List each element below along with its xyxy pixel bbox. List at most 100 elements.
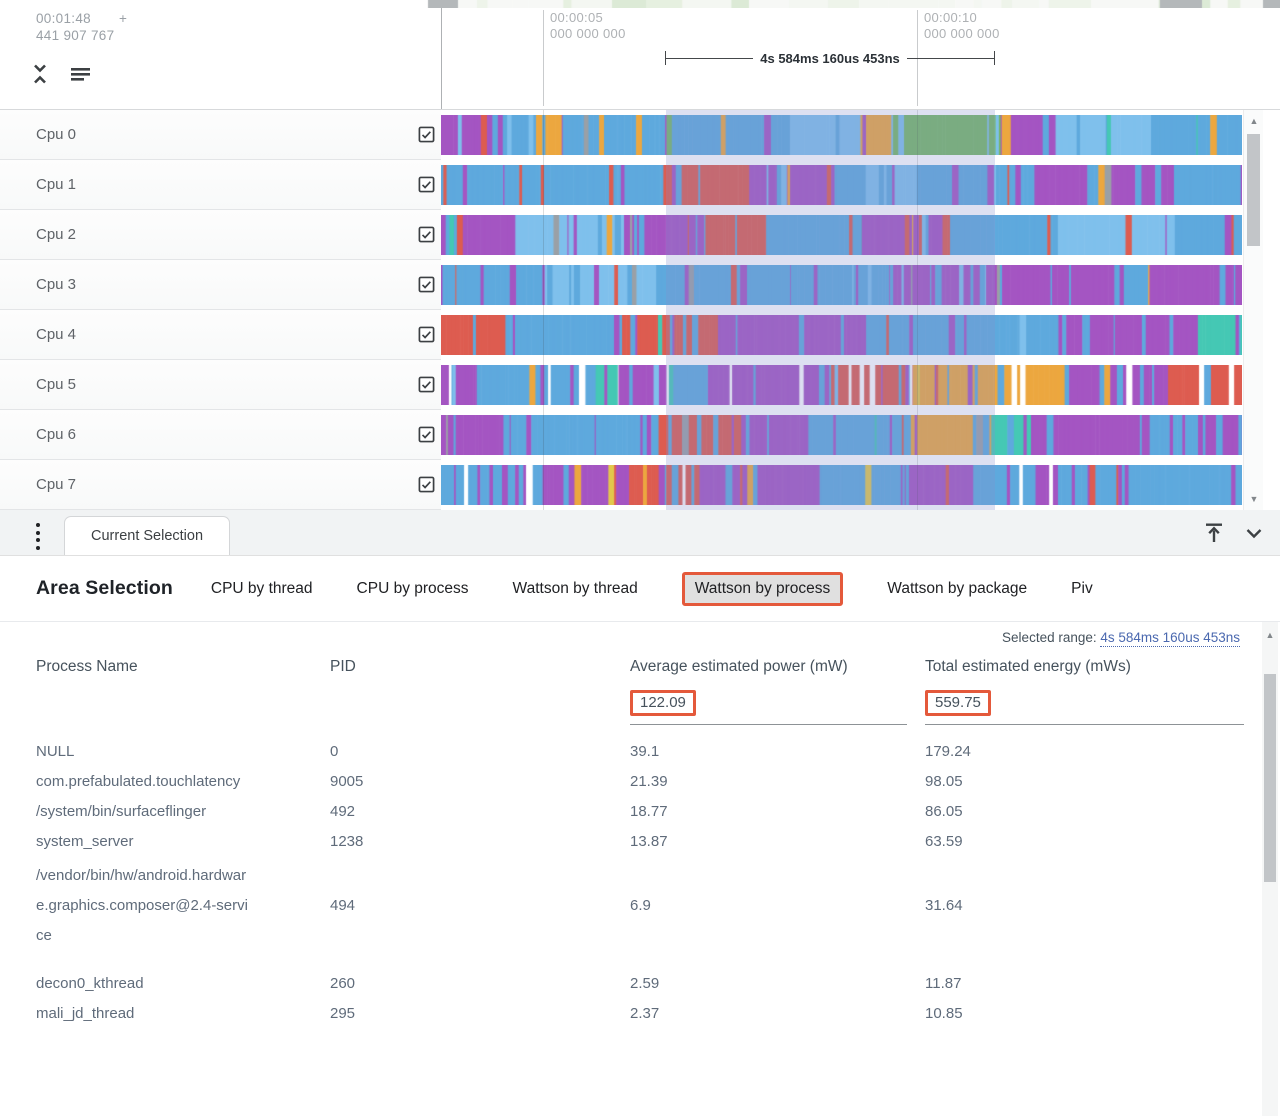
table-scrollbar[interactable]: ▲ (1262, 622, 1278, 1116)
cpu-track-label: Cpu 3 (36, 276, 418, 293)
selected-range-value-link[interactable]: 4s 584ms 160us 453ns (1100, 630, 1240, 647)
cpu-track-row: Cpu 3 (0, 260, 1280, 310)
col-total-energy: Total estimated energy (mWs) (925, 656, 1244, 678)
process-name-cell: /vendor/bin/hw/android.hardware.graphics… (36, 857, 248, 955)
pid-cell: 260 (330, 969, 630, 999)
total-energy-cell: 11.87 (925, 969, 1244, 999)
cpu-track-timeline[interactable] (441, 160, 1242, 210)
total-energy-cell: 31.64 (925, 891, 1244, 921)
table-scroll-up-icon[interactable]: ▲ (1262, 630, 1278, 640)
cpu-track-checkbox[interactable] (418, 176, 435, 193)
cpu-track-label-cell[interactable]: Cpu 0 (0, 110, 441, 160)
summary-total-energy-annotated: 559.75 (925, 690, 991, 716)
cpu-track-label-cell[interactable]: Cpu 2 (0, 210, 441, 260)
cpu-track-label-cell[interactable]: Cpu 5 (0, 360, 441, 410)
avg-power-cell: 18.77 (630, 797, 925, 827)
avg-power-cell: 6.9 (630, 891, 925, 921)
cpu-track-timeline[interactable] (441, 460, 1242, 510)
time-offset-plus: + (119, 10, 127, 27)
viewport-time-label: 00:01:48 + 441 907 767 (36, 10, 127, 44)
cpu-track-label: Cpu 1 (36, 176, 418, 193)
wattson-table-panel: Selected range: 4s 584ms 160us 453ns Pro… (0, 622, 1280, 1116)
scroll-down-icon[interactable]: ▼ (1244, 494, 1264, 504)
cpu-track-row: Cpu 5 (0, 360, 1280, 410)
tab-cpu-by-process[interactable]: CPU by process (357, 574, 469, 604)
summary-avg-power-annotated: 122.09 (630, 690, 696, 716)
table-header-row: Process Name PID Average estimated power… (36, 656, 1244, 678)
tracks-scrollbar[interactable]: ▲ ▼ (1243, 110, 1263, 510)
avg-power-cell: 2.37 (630, 999, 925, 1029)
cpu-track-checkbox[interactable] (418, 476, 435, 493)
timeline-header: 00:01:48 + 441 907 767 00:00:05 000 000 0… (0, 0, 1280, 110)
process-table-row[interactable]: mali_jd_thread 295 2.37 10.85 (36, 999, 1244, 1029)
cpu-track-label-cell[interactable]: Cpu 4 (0, 310, 441, 360)
process-name-cell: mali_jd_thread (36, 999, 248, 1029)
pid-cell: 494 (330, 891, 630, 921)
cpu-track-row: Cpu 6 (0, 410, 1280, 460)
cpu-track-label-cell[interactable]: Cpu 6 (0, 410, 441, 460)
tab-piv[interactable]: Piv (1071, 574, 1093, 604)
cpu-track-checkbox[interactable] (418, 126, 435, 143)
total-energy-cell: 63.59 (925, 827, 1244, 857)
tab-cpu-by-thread[interactable]: CPU by thread (211, 574, 313, 604)
cpu-track-label-cell[interactable]: Cpu 7 (0, 460, 441, 510)
collapse-tracks-icon[interactable] (28, 62, 52, 86)
cpu-track-label: Cpu 7 (36, 476, 418, 493)
trace-overview-minimap[interactable] (0, 0, 1280, 8)
total-energy-cell: 86.05 (925, 797, 1244, 827)
process-table-row[interactable]: system_server 1238 13.87 63.59 (36, 827, 1244, 857)
cpu-tracks-area: Cpu 0 Cpu 1 Cpu 2 (0, 110, 1280, 510)
total-energy-cell: 10.85 (925, 999, 1244, 1029)
viewport-time: 00:01:48 (36, 11, 91, 26)
ruler-mark-5s: 00:00:05 000 000 000 (543, 10, 626, 106)
viewport-time-sub: 441 907 767 (36, 27, 127, 44)
table-scrollbar-thumb[interactable] (1264, 674, 1276, 882)
avg-power-cell: 2.59 (630, 969, 925, 999)
area-selection-title: Area Selection (36, 577, 173, 600)
selection-duration-label: 4s 584ms 160us 453ns (753, 51, 907, 66)
tab-wattson-by-process[interactable]: Wattson by process (682, 572, 844, 606)
process-table-row[interactable]: com.prefabulated.touchlatency 9005 21.39… (36, 767, 1244, 797)
sort-tracks-icon[interactable] (68, 62, 92, 86)
process-name-cell: com.prefabulated.touchlatency (36, 767, 248, 797)
panel-menu-icon[interactable] (34, 521, 42, 552)
avg-power-cell: 21.39 (630, 767, 925, 797)
cpu-track-row: Cpu 0 (0, 110, 1280, 160)
cpu-track-checkbox[interactable] (418, 426, 435, 443)
process-table-row[interactable]: NULL 0 39.1 179.24 (36, 737, 1244, 767)
tab-current-selection[interactable]: Current Selection (64, 516, 230, 555)
col-avg-power: Average estimated power (mW) (630, 656, 848, 678)
cpu-track-checkbox[interactable] (418, 376, 435, 393)
tab-wattson-by-package[interactable]: Wattson by package (887, 574, 1027, 604)
cpu-track-timeline[interactable] (441, 210, 1242, 260)
cpu-track-timeline[interactable] (441, 410, 1242, 460)
cpu-track-timeline[interactable] (441, 110, 1242, 160)
tab-wattson-by-thread[interactable]: Wattson by thread (513, 574, 638, 604)
area-selection-tabstrip: Area Selection CPU by thread CPU by proce… (0, 556, 1280, 622)
pid-cell: 1238 (330, 827, 630, 857)
tab-current-selection-label: Current Selection (91, 528, 203, 544)
cpu-track-timeline[interactable] (441, 310, 1242, 360)
cpu-track-timeline[interactable] (441, 360, 1242, 410)
expand-panel-to-top-icon[interactable] (1202, 521, 1226, 545)
collapse-panel-icon[interactable] (1242, 521, 1266, 545)
track-panel-divider (441, 8, 442, 109)
scroll-up-icon[interactable]: ▲ (1244, 116, 1264, 126)
cpu-track-label-cell[interactable]: Cpu 3 (0, 260, 441, 310)
tracks-scrollbar-thumb[interactable] (1247, 134, 1260, 246)
cpu-track-checkbox[interactable] (418, 226, 435, 243)
cpu-track-label-cell[interactable]: Cpu 1 (0, 160, 441, 210)
process-table-row[interactable]: decon0_kthread 260 2.59 11.87 (36, 969, 1244, 999)
cpu-track-timeline[interactable] (441, 260, 1242, 310)
process-table-row[interactable]: /system/bin/surfaceflinger 492 18.77 86.… (36, 797, 1244, 827)
cpu-track-checkbox[interactable] (418, 326, 435, 343)
selection-duration-bracket: 4s 584ms 160us 453ns (665, 51, 995, 65)
table-summary-row: 122.09 559.75 (36, 690, 1244, 725)
cpu-track-row: Cpu 1 (0, 160, 1280, 210)
cpu-track-checkbox[interactable] (418, 276, 435, 293)
process-table-row[interactable]: /vendor/bin/hw/android.hardware.graphics… (36, 857, 1244, 955)
process-name-cell: system_server (36, 827, 248, 857)
cpu-track-row: Cpu 7 (0, 460, 1280, 510)
process-name-cell: /system/bin/surfaceflinger (36, 797, 248, 827)
pid-cell: 295 (330, 999, 630, 1029)
